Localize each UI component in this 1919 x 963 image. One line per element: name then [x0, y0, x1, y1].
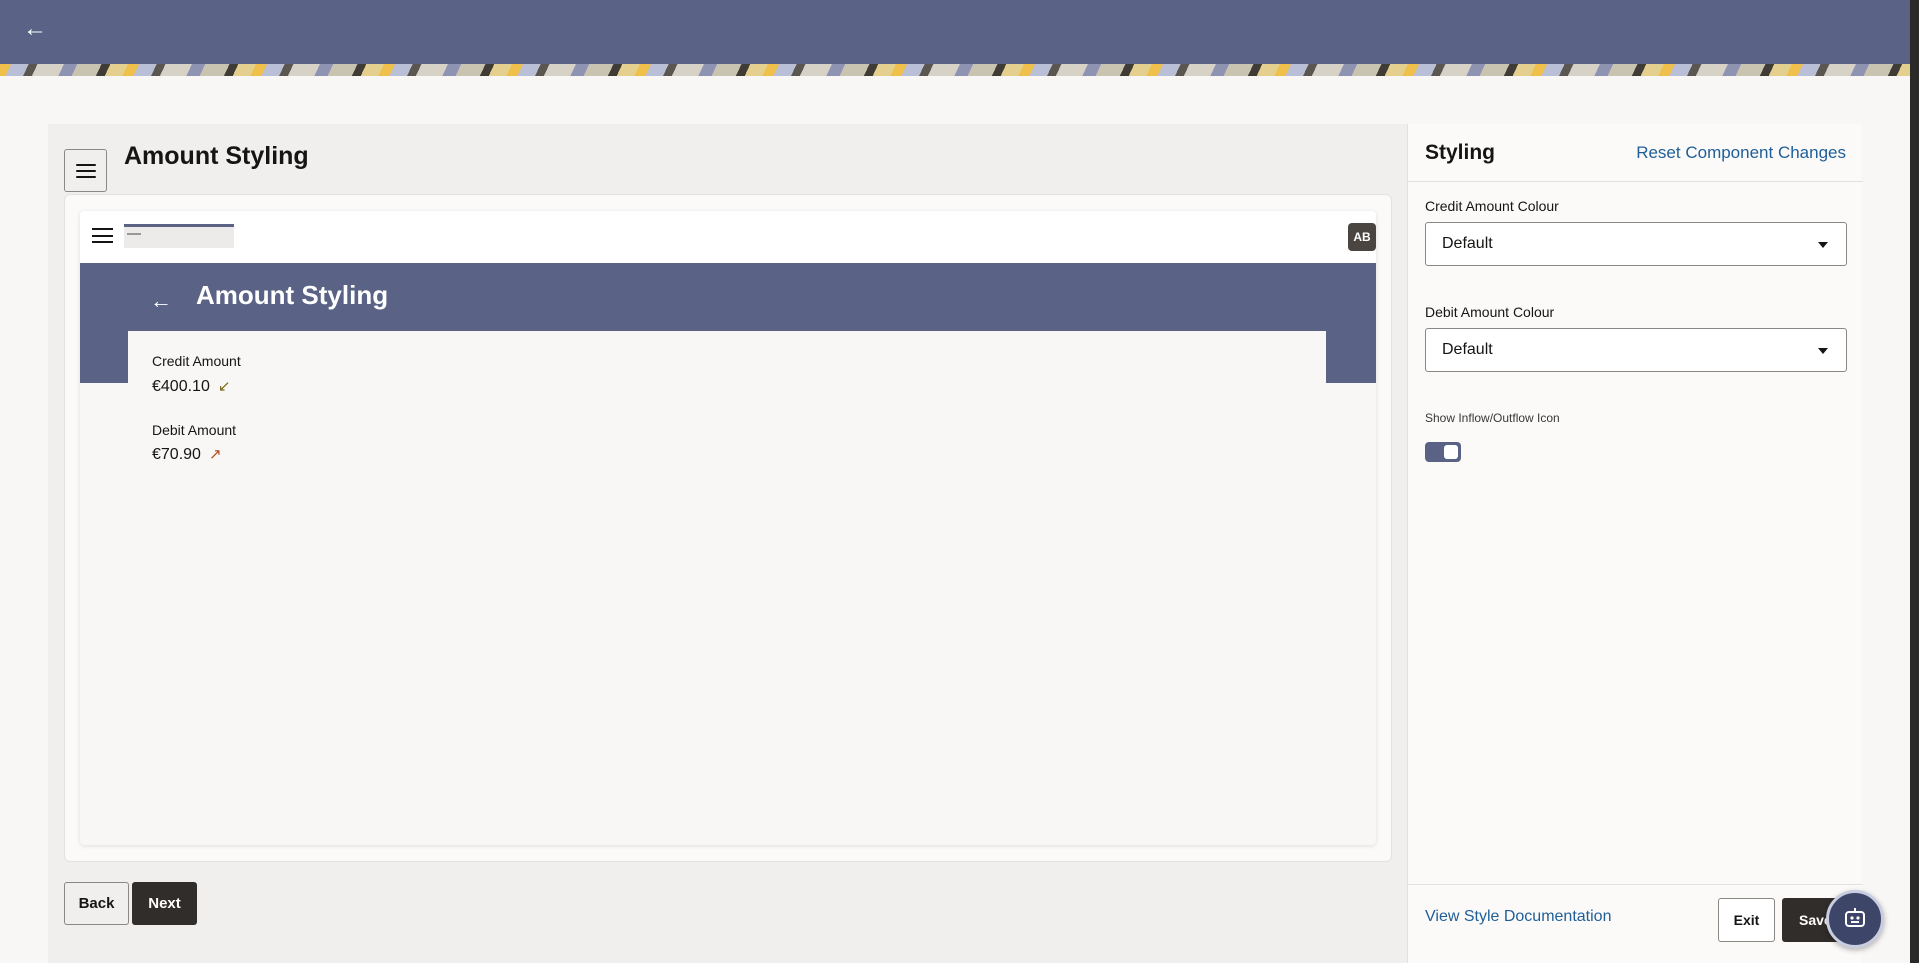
preview-hamburger-icon[interactable]: [92, 228, 113, 243]
debit-amount-label: Debit Amount: [152, 422, 237, 438]
credit-amount-row: €400.10 ↙: [152, 377, 230, 396]
back-button[interactable]: Back: [64, 882, 129, 925]
app-header: ←: [0, 0, 1910, 64]
debit-colour-value: Default: [1442, 341, 1493, 358]
page-title: Amount Styling: [124, 142, 309, 170]
debit-colour-label: Debit Amount Colour: [1425, 304, 1555, 320]
preview-container: AB ← Amount Styling Credit Amount €400.1…: [64, 194, 1392, 862]
credit-colour-label: Credit Amount Colour: [1425, 198, 1559, 214]
chevron-down-icon: [1818, 242, 1828, 248]
divider: [1408, 181, 1863, 182]
avatar[interactable]: AB: [1348, 223, 1376, 251]
view-style-documentation-link[interactable]: View Style Documentation: [1425, 908, 1611, 926]
chat-bot-icon: [1845, 908, 1865, 927]
hamburger-icon: [75, 163, 96, 178]
credit-amount-value: €400.10: [152, 378, 210, 395]
credit-colour-value: Default: [1442, 235, 1493, 252]
assistant-icon[interactable]: [1826, 890, 1884, 948]
menu-button[interactable]: [64, 149, 107, 192]
preview-header: AB: [80, 211, 1376, 263]
inflow-outflow-toggle-label: Show Inflow/Outflow Icon: [1425, 411, 1560, 425]
reset-component-changes-link[interactable]: Reset Component Changes: [1636, 143, 1846, 163]
preview-title: Amount Styling: [196, 280, 389, 310]
header-pattern-strip: [0, 64, 1910, 76]
arrow-left-icon[interactable]: ←: [20, 14, 50, 44]
debit-amount-value: €70.90: [152, 446, 201, 463]
editor-panel: Amount Styling AB ← Amount Styling Credi…: [48, 124, 1407, 963]
chevron-down-icon: [1818, 348, 1828, 354]
debit-amount-row: €70.90 ↗: [152, 445, 222, 464]
preview-arrow-left-icon[interactable]: ←: [150, 288, 172, 314]
styling-panel: Styling Reset Component Changes Credit A…: [1407, 124, 1863, 963]
preview-thumbnail: [124, 224, 234, 248]
next-button[interactable]: Next: [132, 882, 197, 925]
debit-colour-select[interactable]: Default: [1425, 328, 1847, 372]
component-preview: AB ← Amount Styling Credit Amount €400.1…: [80, 211, 1376, 845]
divider: [1408, 884, 1863, 885]
preview-content: Credit Amount €400.10 ↙ Debit Amount €70.…: [128, 331, 1326, 845]
outflow-icon: ↗: [208, 446, 222, 463]
exit-button[interactable]: Exit: [1718, 898, 1775, 942]
credit-colour-select[interactable]: Default: [1425, 222, 1847, 266]
inflow-icon: ↙: [217, 378, 231, 395]
page-scrollbar[interactable]: [1910, 0, 1919, 963]
toggle-knob: [1444, 445, 1458, 459]
inflow-outflow-toggle[interactable]: [1425, 442, 1461, 462]
credit-amount-label: Credit Amount: [152, 353, 241, 369]
panel-title: Styling: [1425, 141, 1496, 164]
